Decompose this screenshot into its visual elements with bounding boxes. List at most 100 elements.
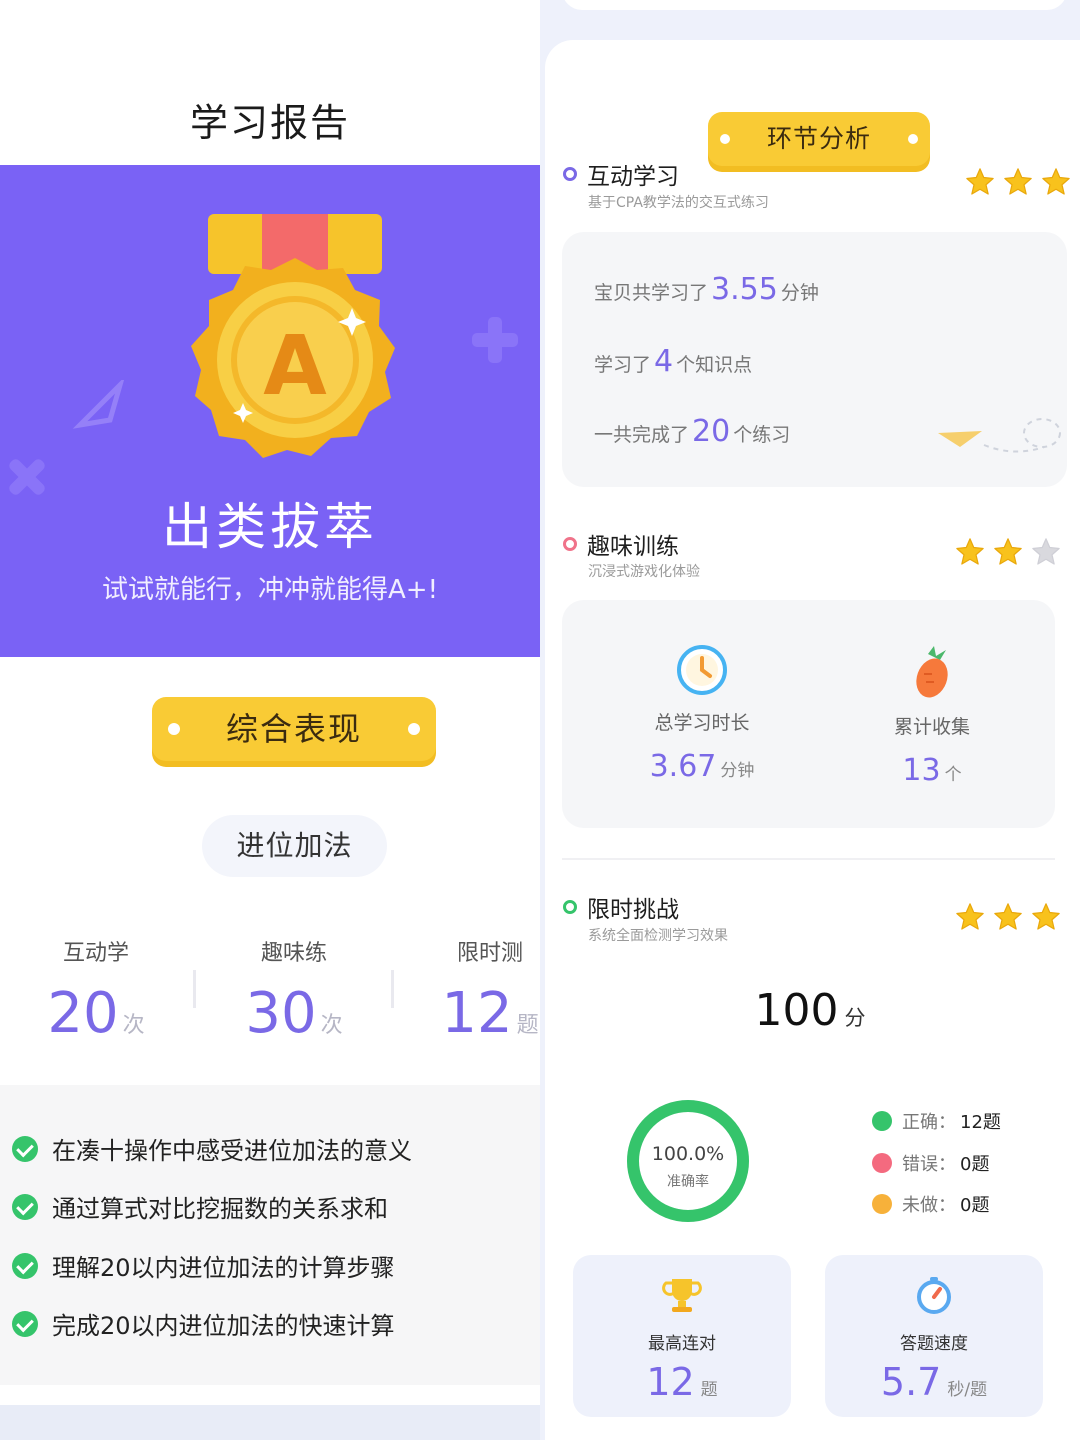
page-title: 学习报告 [189,101,350,145]
question-circle-icon [872,1194,892,1214]
summary-line: 宝贝共学习了 3.55 分钟 [594,272,819,307]
tile-label: 累计收集 [893,716,970,738]
stat-value: 12 [441,981,513,1046]
check-circle-icon [872,1111,892,1131]
star-filled-icon [1032,903,1060,930]
previous-card-edge [562,0,1067,10]
accuracy-ring-chart: 100.0% 准确率 [627,1100,749,1222]
check-icon [12,1310,38,1337]
stat-timed: 限时测 12 题 [410,935,540,1046]
interactive-rating [965,167,1071,197]
challenge-section-title: 限时挑战 [563,890,679,924]
star-filled-icon [966,168,994,195]
summary-line: 一共完成了 20 个练习 [594,414,791,449]
star-filled-icon [994,903,1022,930]
stat-fun: 趣味练 30 次 [214,935,374,1046]
gold-medal-icon: A [191,214,395,458]
wrong-count: 错误： 0题 [872,1150,989,1176]
speedometer-icon [917,1277,951,1314]
fun-section-subtitle: 沉浸式游戏化体验 [588,564,700,580]
fun-summary-box: 总学习时长 3.67 分钟 累计收集 13 个 [562,600,1055,828]
stat-unit: 题 [516,1013,539,1038]
paper-plane-icon [938,418,1061,453]
max-streak-card: 最高连对 12 题 [573,1255,791,1417]
goal-text: 在凑十操作中感受进位加法的意义 [52,1137,412,1165]
trophy-icon [662,1279,702,1312]
card-value: 5.7 [880,1360,942,1404]
list-item: 完成20以内进位加法的快速计算 [12,1306,395,1341]
overall-performance-label: 综合表现 [225,710,362,748]
challenge-section-subtitle: 系统全面检测学习效果 [588,928,728,944]
section-analysis-banner: 环节分析 [708,112,930,166]
star-empty-icon [1032,538,1060,565]
tile-label: 总学习时长 [654,712,750,734]
x-circle-icon [872,1153,892,1173]
total-study-time: 总学习时长 3.67 分钟 [622,644,782,784]
score-unit: 分 [844,1006,866,1030]
hero-title: 出类拔萃 [162,498,378,556]
stat-interactive: 互动学 20 次 [16,935,176,1046]
card-value: 12 [646,1360,695,1404]
tile-value: 13 [902,753,941,788]
star-filled-icon [1042,168,1070,195]
list-item: 理解20以内进位加法的计算步骤 [12,1248,395,1283]
triangle-deco-icon [72,380,125,429]
clock-icon [677,645,727,695]
answer-speed-card: 答题速度 5.7 秒/题 [825,1255,1043,1417]
list-item: 通过算式对比挖掘数的关系求和 [12,1189,388,1224]
report-page: 学习报告 A 出类拔萃 试试就能行，冲冲就能得A+! 综合表现 进位加法 互动学… [0,0,1080,1440]
tile-unit: 分钟 [720,761,755,781]
collected-count: 累计收集 13 个 [852,644,1012,788]
footer-strip [0,1405,540,1440]
overall-performance-banner: 综合表现 [152,697,436,761]
left-report-panel: 学习报告 A 出类拔萃 试试就能行，冲冲就能得A+! 综合表现 进位加法 互动学… [0,0,540,1440]
star-filled-icon [956,903,984,930]
goal-text: 理解20以内进位加法的计算步骤 [52,1254,395,1282]
stat-unit: 次 [122,1013,145,1038]
tile-unit: 个 [944,765,962,785]
section-title: 趣味训练 [587,534,679,560]
fun-rating [955,537,1061,567]
stat-label: 互动学 [62,941,129,966]
fun-section-title: 趣味训练 [563,527,679,561]
challenge-rating [955,902,1061,932]
list-item: 在凑十操作中感受进位加法的意义 [12,1131,412,1166]
card-unit: 秒/题 [947,1380,988,1400]
accuracy-label: 准确率 [667,1173,709,1190]
stat-unit: 次 [320,1013,343,1038]
check-icon [12,1252,38,1279]
divider [562,858,1055,860]
plus-deco-icon [472,317,518,363]
check-icon [12,1193,38,1220]
stat-label: 限时测 [456,941,523,966]
correct-count: 正确： 12题 [872,1108,1001,1134]
stat-value: 30 [245,981,317,1046]
interactive-section-title: 互动学习 [563,157,679,191]
section-analysis-label: 环节分析 [766,124,871,153]
divider [391,970,394,1008]
right-analysis-panel: 环节分析 互动学习 基于CPA教学法的交互式练习 宝贝共学习了 3.55 分钟 学习… [540,0,1080,1440]
hero-subtitle: 试试就能行，冲冲就能得A+! [102,575,438,605]
tile-value: 3.67 [649,749,717,784]
medal-letter: A [263,319,327,414]
star-filled-icon [956,538,984,565]
divider [193,970,196,1008]
analysis-card: 环节分析 互动学习 基于CPA教学法的交互式练习 宝贝共学习了 3.55 分钟 学习… [545,40,1080,1440]
star-filled-icon [1004,168,1032,195]
card-label: 最高连对 [648,1334,716,1354]
topic-tag: 进位加法 [202,815,387,877]
stat-value: 20 [47,981,119,1046]
card-label: 答题速度 [900,1334,968,1354]
unanswered-count: 未做： 0题 [872,1191,989,1217]
learning-goals-list: 在凑十操作中感受进位加法的意义 通过算式对比挖掘数的关系求和 理解20以内进位加… [0,1085,540,1385]
stat-label: 趣味练 [260,941,327,966]
summary-line: 学习了 4 个知识点 [594,344,753,379]
star-filled-icon [994,538,1022,565]
card-unit: 题 [700,1380,718,1400]
carrot-icon [916,646,948,698]
score-value: 100 [754,985,839,1036]
interactive-summary-box: 宝贝共学习了 3.55 分钟 学习了 4 个知识点 一共完成了 20 个练习 [562,232,1067,487]
accuracy-value: 100.0% [652,1143,724,1165]
challenge-score: 100 分 [540,985,1080,1036]
section-title: 限时挑战 [587,897,679,923]
